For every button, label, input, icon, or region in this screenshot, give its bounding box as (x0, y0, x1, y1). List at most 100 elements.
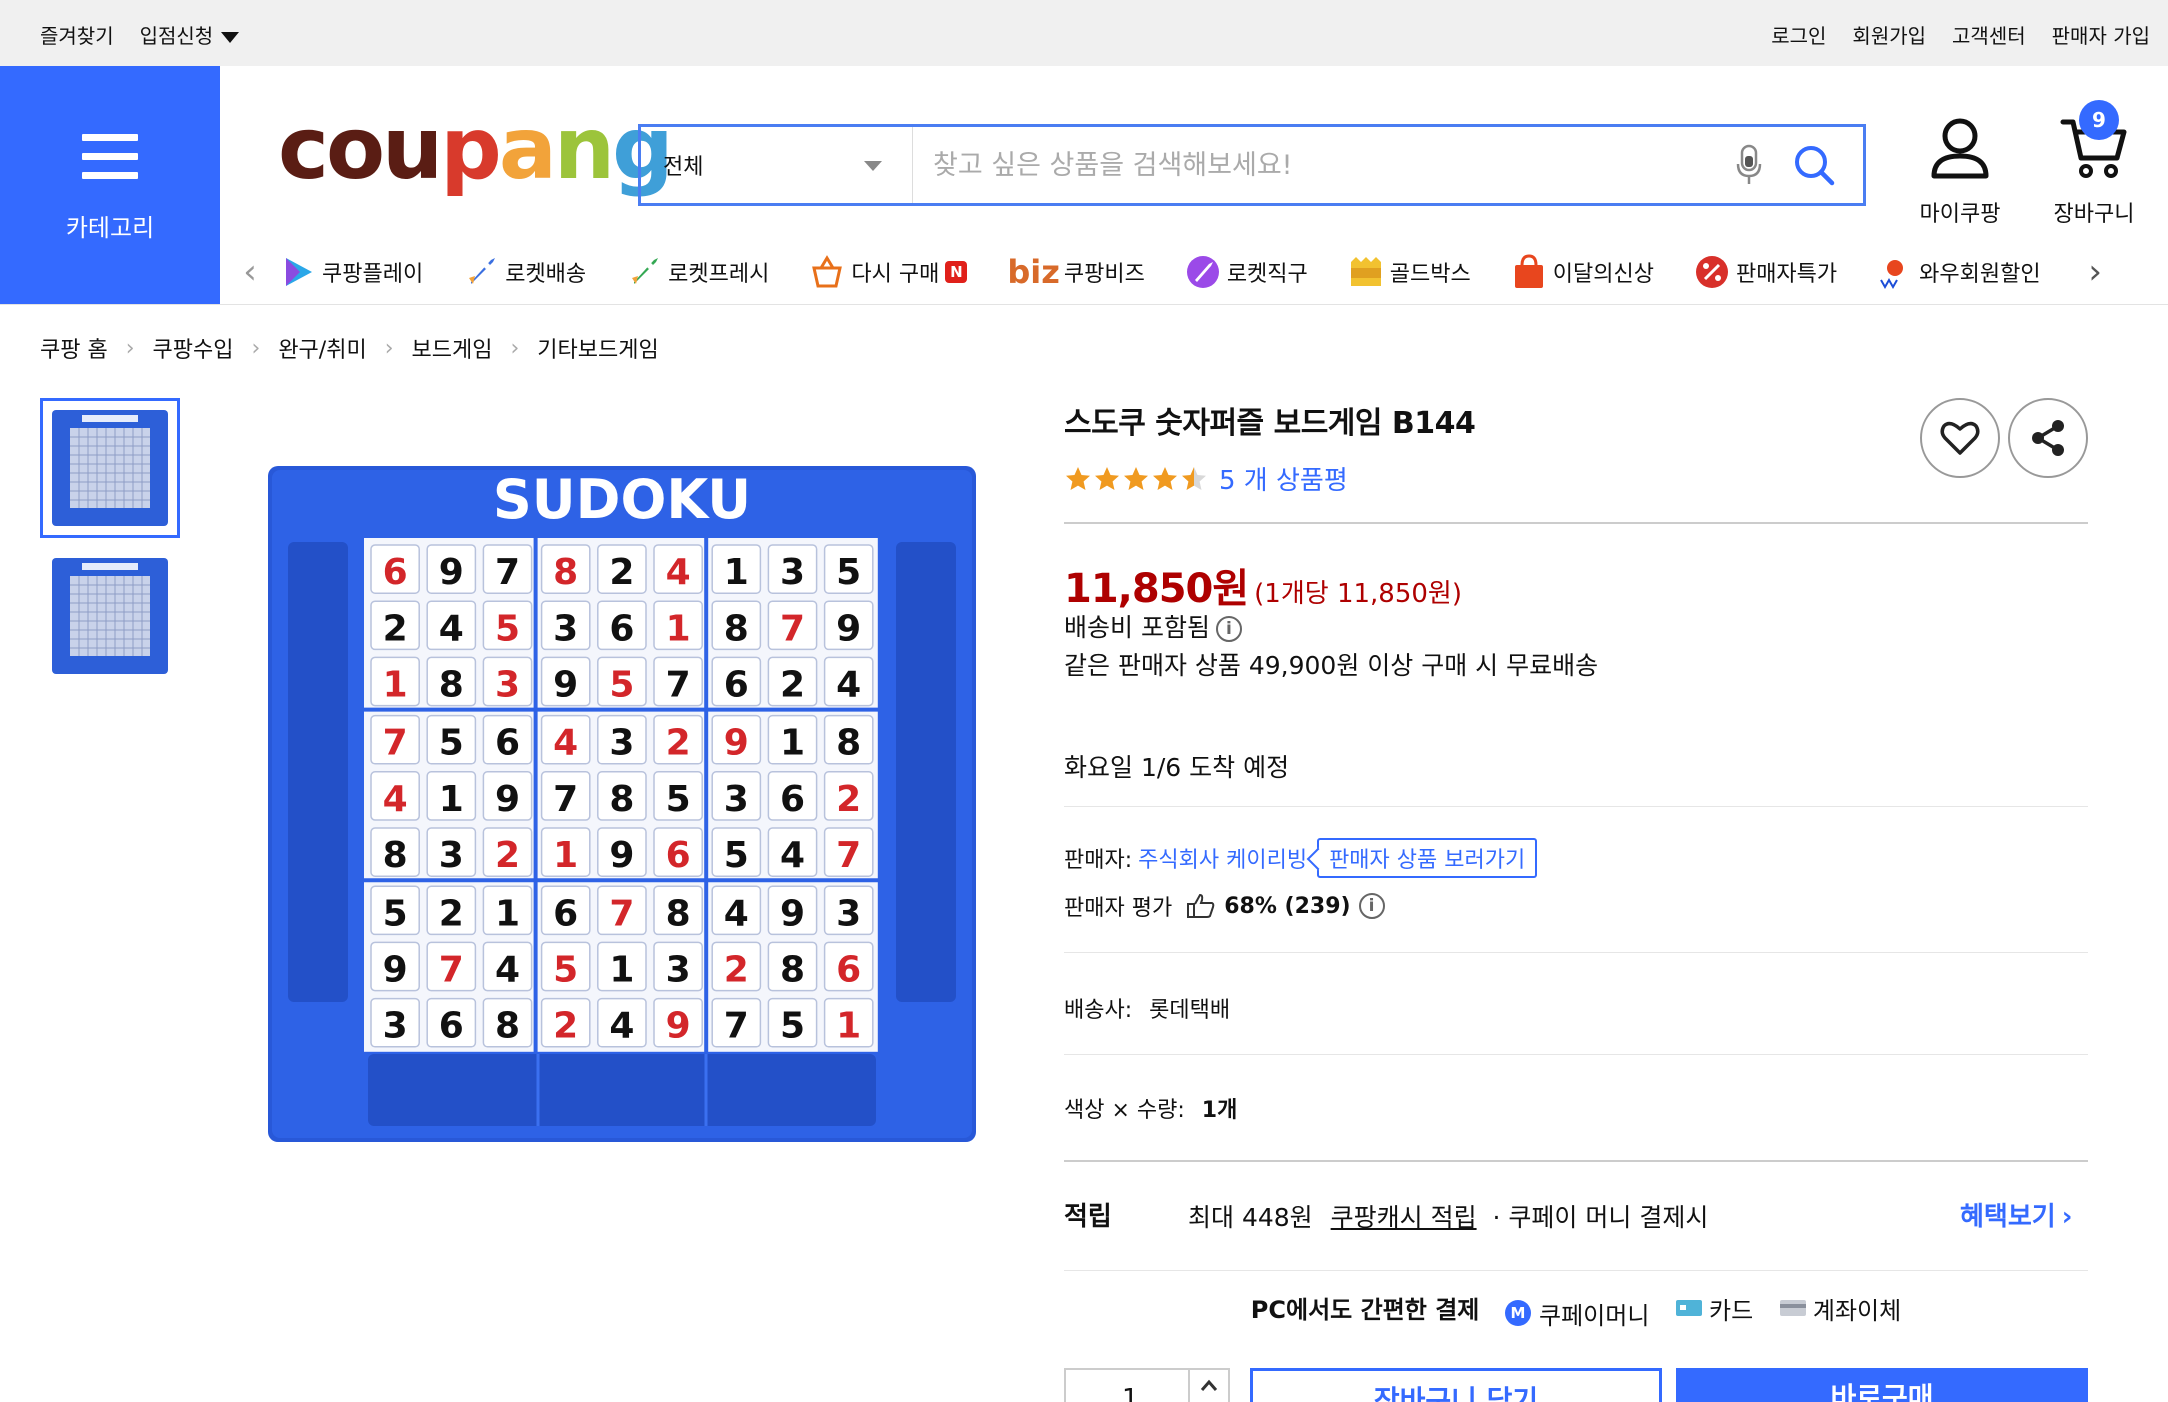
search-category-select[interactable]: 전체 (641, 127, 913, 203)
sudoku-number: 6 (724, 665, 749, 706)
buy-now-button[interactable]: 바로구매 (1676, 1368, 2088, 1402)
sudoku-number: 2 (553, 1006, 578, 1047)
search-button[interactable] (1787, 135, 1841, 195)
chevron-left-icon[interactable]: ‹ (220, 252, 280, 292)
unit-price: (1개당 11,850원) (1254, 579, 1462, 609)
heart-icon (1940, 421, 1980, 455)
sudoku-number: 7 (836, 835, 861, 876)
coupang-cash-link[interactable]: 쿠팡캐시 적립 (1331, 1203, 1477, 1232)
seller-signup-link[interactable]: 판매자 가입 (2052, 20, 2150, 49)
sudoku-number: 8 (724, 608, 749, 649)
service-item-wow-discount[interactable]: 와우회원할인 (1877, 254, 2049, 290)
service-label: 골드박스 (1389, 262, 1471, 287)
sudoku-number: 7 (553, 779, 578, 820)
pay-method-coupay: M 쿠페이머니 (1505, 1296, 1649, 1331)
breadcrumb-item[interactable]: 기타보드게임 (537, 332, 658, 364)
login-link[interactable]: 로그인 (1771, 20, 1826, 49)
search-input[interactable] (913, 127, 1729, 203)
sudoku-number: 9 (609, 835, 634, 876)
sudoku-number: 1 (609, 950, 634, 991)
cart-count-badge: 9 (2079, 100, 2119, 140)
sudoku-number: 3 (780, 552, 805, 593)
quantity-increase-button[interactable] (1188, 1370, 1228, 1402)
pay-method-transfer: 계좌이체 (1779, 1291, 1901, 1326)
breadcrumb-item[interactable]: 쿠팡 홈 (40, 332, 108, 364)
chevron-right-icon[interactable]: › (2065, 252, 2125, 292)
service-label: 로켓배송 (505, 262, 587, 287)
sudoku-number: 5 (609, 665, 634, 706)
sudoku-number: 4 (383, 779, 408, 820)
service-item-coupang-biz[interactable]: biz 쿠팡비즈 (1007, 253, 1144, 291)
microphone-icon[interactable] (1729, 135, 1769, 195)
sudoku-number: 8 (495, 1006, 520, 1047)
quantity-stepper[interactable]: 1 (1064, 1368, 1230, 1402)
main-product-image: SUDOKU 697824135245361879183957624756432… (264, 464, 980, 1144)
search-bar: 전체 (638, 124, 1866, 206)
service-item-rocket-global[interactable]: 로켓직구 (1185, 254, 1308, 290)
service-item-seller-deal[interactable]: 판매자특가 (1694, 254, 1837, 290)
sudoku-number: 7 (666, 665, 691, 706)
thumbnail-2[interactable] (40, 546, 180, 686)
coupang-logo[interactable]: coupang (278, 106, 674, 192)
reward-condition: · 쿠페이 머니 결제시 (1492, 1203, 1709, 1232)
sudoku-number: 1 (666, 608, 691, 649)
new-badge: N (945, 261, 968, 283)
info-icon[interactable]: i (1358, 893, 1385, 919)
category-menu-button[interactable]: 카테고리 (0, 66, 220, 304)
sudoku-number: 7 (383, 723, 408, 764)
sudoku-number: 5 (495, 608, 520, 649)
sudoku-number: 7 (724, 1006, 749, 1047)
service-item-rebuy[interactable]: 다시 구매 N (809, 254, 968, 290)
sudoku-number: 3 (383, 1006, 408, 1047)
service-item-rocket-fresh[interactable]: 로켓프레시 (626, 254, 769, 290)
thumbs-up-icon (1187, 893, 1215, 918)
sudoku-number: 5 (780, 1006, 805, 1047)
customer-center-link[interactable]: 고객센터 (1952, 20, 2026, 49)
chevron-right-icon: › (251, 335, 261, 361)
service-item-monthly-new[interactable]: 이달의신상 (1511, 254, 1654, 290)
seller-row: 판매자: 주식회사 케이리빙 판매자 상품 보러가기 (1064, 838, 1538, 878)
sudoku-number: 8 (780, 950, 805, 991)
search-icon (1795, 146, 1835, 186)
shipping-fee-row: 배송비 포함됨 i (1064, 608, 1242, 644)
breadcrumb-item[interactable]: 보드게임 (412, 332, 493, 364)
sudoku-board-illustration: SUDOKU 6 9 7 8 2 4 1 3 52 4 5 3 6 1 8 7 91 8 3 9 5 7 6 2 47 5 6 4 3 2… (268, 466, 976, 1142)
seller-label: 판매자: (1064, 848, 1133, 873)
service-item-rocket-delivery[interactable]: 로켓배송 (463, 254, 586, 290)
seller-products-button[interactable]: 판매자 상품 보러가기 (1317, 838, 1538, 878)
seller-name-link[interactable]: 주식회사 케이리빙 (1138, 842, 1307, 874)
cart-button[interactable]: 9 장바구니 (2044, 100, 2144, 228)
top-utility-bar: 즐겨찾기 입점신청 로그인 회원가입 고객센터 판매자 가입 (0, 0, 2168, 66)
option-row: 색상 × 수량: 1개 (1064, 1092, 1237, 1124)
thumbnail-1[interactable] (40, 398, 180, 538)
rocket-icon (469, 258, 496, 284)
easy-pay-row: PC에서도 간편한 결제 M 쿠페이머니 카드 계좌이체 (1064, 1290, 2088, 1331)
wishlist-button[interactable] (1920, 398, 2000, 478)
service-item-goldbox[interactable]: 골드박스 (1348, 254, 1471, 290)
service-item-coupang-play[interactable]: 쿠팡플레이 (280, 254, 423, 290)
sudoku-number: 8 (383, 835, 408, 876)
service-label: 와우회원할인 (1919, 262, 2041, 287)
caret-down-icon (221, 32, 240, 43)
signup-link[interactable]: 회원가입 (1852, 20, 1926, 49)
sudoku-number: 3 (495, 665, 520, 706)
sudoku-number: 9 (666, 1006, 691, 1047)
seller-rating-label: 판매자 평가 (1064, 896, 1173, 921)
info-icon[interactable]: i (1215, 616, 1242, 642)
section-divider (1064, 1054, 2088, 1055)
bookmark-link[interactable]: 즐겨찾기 (40, 20, 114, 49)
breadcrumb-item[interactable]: 쿠팡수입 (153, 332, 234, 364)
add-to-cart-button[interactable]: 장바구니 담기 (1250, 1368, 1662, 1402)
pay-method-label: 계좌이체 (1812, 1296, 1902, 1325)
my-coupang-label: 마이쿠팡 (1919, 202, 2001, 227)
benefit-link[interactable]: 혜택보기 › (1960, 1196, 2072, 1233)
sudoku-title-text: SUDOKU (493, 468, 751, 531)
share-icon (2032, 420, 2064, 456)
breadcrumb-item[interactable]: 완구/취미 (278, 332, 366, 364)
share-button[interactable] (2008, 398, 2088, 478)
sudoku-number: 8 (609, 779, 634, 820)
review-count-link[interactable]: 5 개 상품평 (1219, 460, 1348, 497)
sudoku-number: 1 (836, 1006, 861, 1047)
my-coupang-button[interactable]: 마이쿠팡 (1910, 116, 2010, 228)
seller-apply-menu[interactable]: 입점신청 (140, 20, 240, 49)
